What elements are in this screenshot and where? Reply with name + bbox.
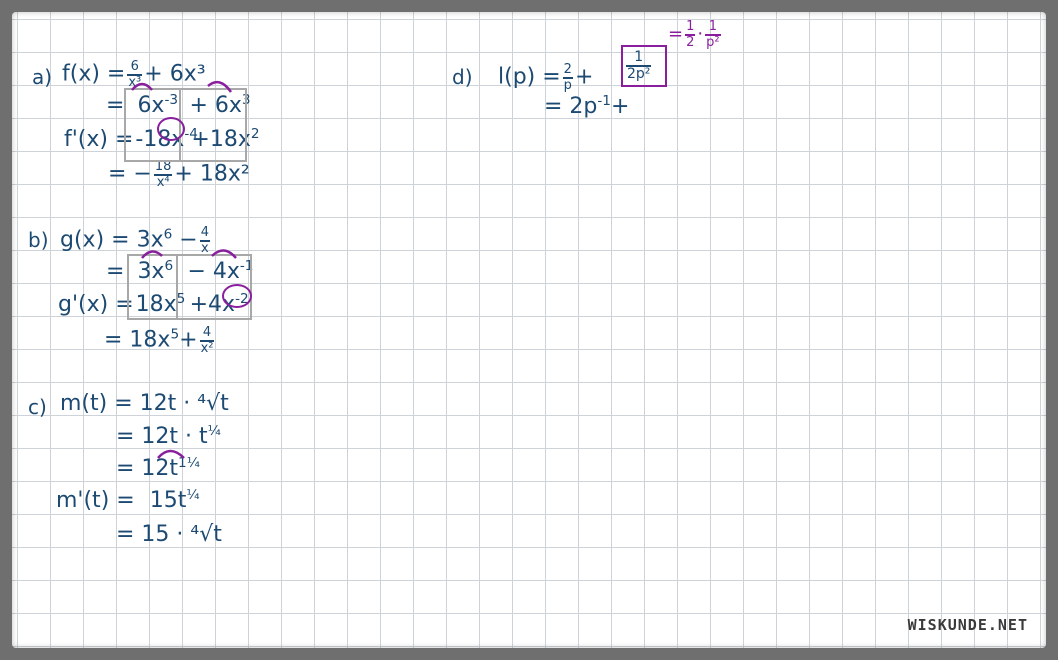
a-line4: = −18 x⁴ + 18x² bbox=[108, 159, 250, 190]
c-line5: = 15 · ⁴√t bbox=[116, 522, 222, 547]
label-a: a) bbox=[32, 65, 53, 89]
a-exponent-circle bbox=[157, 117, 185, 141]
b-line1: g(x) = 3x6 −4 x bbox=[60, 225, 210, 256]
a-box-term2 bbox=[179, 88, 247, 162]
b-exponent-circle bbox=[222, 284, 252, 308]
whiteboard: a) f(x) = 6 x³ + 6x³ = 6x-3 + 6x3 f'(x) =-18… bbox=[12, 12, 1046, 648]
a-line1: f(x) = 6 x³ + 6x³ bbox=[62, 59, 206, 90]
label-c: c) bbox=[28, 395, 47, 419]
label-d: d) bbox=[452, 65, 473, 89]
d-line2: = 2p-1+ bbox=[544, 92, 630, 119]
c-line1: m(t) = 12t · ⁴√t bbox=[60, 391, 229, 416]
c-line2: = 12t · t¼ bbox=[116, 422, 221, 449]
c-line3: = 12t1¼ bbox=[116, 454, 200, 481]
d-line1: l(p) = 2 p + bbox=[498, 62, 594, 93]
b-line4: = 18x5+ 4 x² bbox=[104, 325, 215, 356]
d-highlight-box: 1 2p² bbox=[621, 45, 667, 87]
watermark: WISKUNDE.NET bbox=[907, 616, 1028, 634]
c-line4: m'(t) = 15t¼ bbox=[56, 486, 200, 513]
b-box-term1 bbox=[127, 254, 178, 320]
d-rewrite-note: = 1 2 · 1 p² bbox=[668, 19, 721, 50]
d-box-fraction: 1 2p² bbox=[626, 49, 652, 82]
label-b: b) bbox=[28, 228, 49, 252]
